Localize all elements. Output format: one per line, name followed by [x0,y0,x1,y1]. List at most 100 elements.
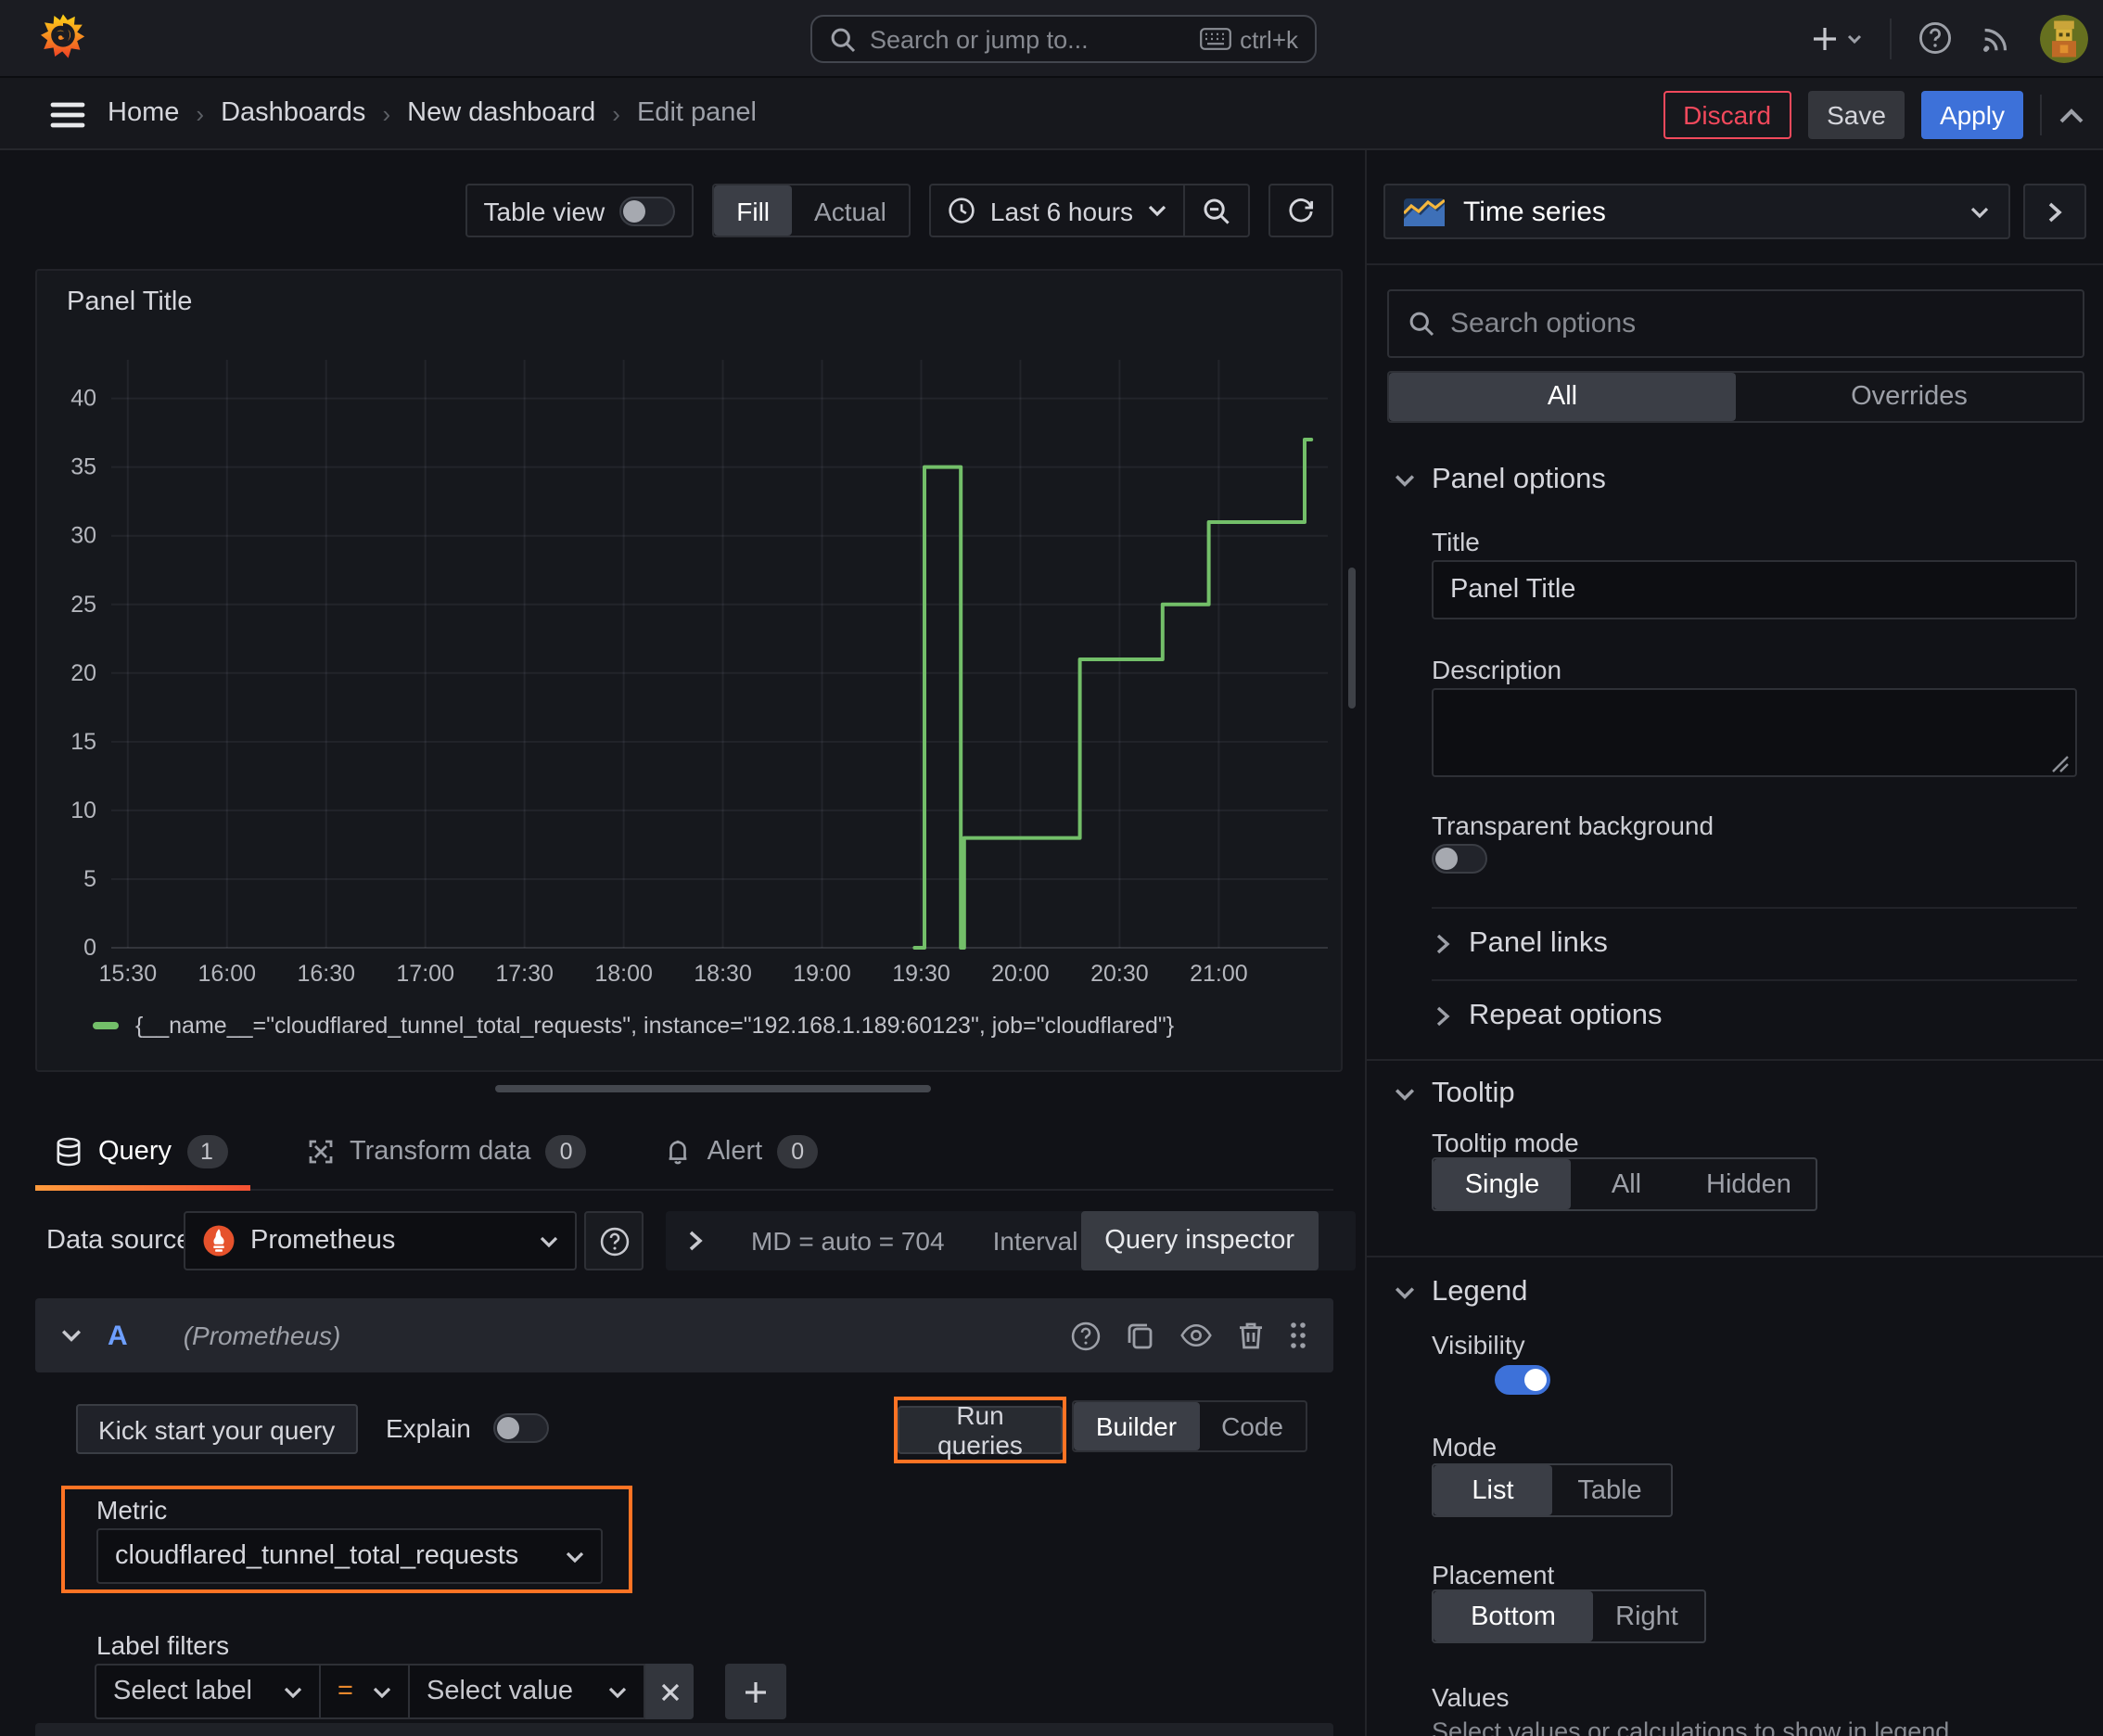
viz-picker[interactable]: Time series [1383,184,2010,239]
refresh-button[interactable] [1268,184,1333,237]
remove-filter-button[interactable] [645,1664,694,1719]
mega-menu-icon[interactable] [50,102,85,128]
apply-button[interactable]: Apply [1920,91,2023,139]
duplicate-query-icon[interactable] [1126,1321,1155,1350]
discard-button[interactable]: Discard [1663,91,1792,139]
zoom-out-button[interactable] [1185,185,1248,236]
tab-alert[interactable]: Alert 0 [643,1113,841,1189]
help-icon[interactable] [1918,20,1953,56]
series-legend[interactable]: {__name__="cloudflared_tunnel_total_requ… [93,1013,1174,1039]
legend-section-header[interactable]: Legend [1395,1276,1527,1309]
tooltip-mode-label: Tooltip mode [1432,1128,1579,1157]
time-series-chart[interactable]: 0 5 10 15 20 25 30 35 40 15:30 16:00 16:30 17:00 17:3… [45,345,1343,998]
mode-list-option[interactable]: List [1434,1465,1552,1515]
repeat-options-section-header[interactable]: Repeat options [1435,1000,1663,1033]
svg-text:19:30: 19:30 [892,961,950,987]
table-view-label: Table view [483,196,605,225]
table-view-toggle[interactable] [619,196,676,225]
label-filters-label: Label filters [96,1630,230,1660]
mode-table-option[interactable]: Table [1552,1465,1667,1515]
series-label: {__name__="cloudflared_tunnel_total_requ… [135,1013,1175,1039]
horizontal-scrollbar[interactable] [495,1085,931,1092]
select-value-dropdown[interactable]: Select value [410,1664,645,1719]
tab-all[interactable]: All [1389,373,1736,421]
panel-view-toolbar: Table view Fill Actual Last 6 hours [35,184,1333,237]
vertical-scrollbar[interactable] [1348,568,1356,708]
breadcrumb-new-dashboard[interactable]: New dashboard [407,98,595,128]
breadcrumb-dashboards[interactable]: Dashboards [221,98,365,128]
code-option[interactable]: Code [1199,1411,1306,1441]
query-row-header[interactable]: A (Prometheus) [35,1298,1333,1372]
placement-bottom-option[interactable]: Bottom [1434,1591,1593,1641]
operator-dropdown[interactable]: = [321,1664,410,1719]
svg-text:18:30: 18:30 [694,961,752,987]
placement-right-option[interactable]: Right [1593,1591,1701,1641]
transparent-background-toggle[interactable] [1432,844,1487,874]
svg-text:20: 20 [70,660,96,686]
time-range-picker[interactable]: Last 6 hours [931,185,1183,236]
viz-name: Time series [1463,196,1606,227]
tab-overrides[interactable]: Overrides [1736,373,2083,421]
query-ref-label: A [108,1320,128,1351]
builder-option[interactable]: Builder [1073,1402,1200,1450]
svg-text:35: 35 [70,454,96,480]
user-avatar[interactable] [2040,14,2088,62]
hide-query-eye-icon[interactable] [1179,1322,1213,1348]
save-button[interactable]: Save [1808,91,1905,139]
panel-title-input[interactable] [1432,560,2077,619]
time-series-viz-icon [1404,198,1445,225]
new-dashboard-button[interactable] [1810,23,1864,53]
legend-visibility-toggle[interactable] [1495,1365,1551,1395]
legend-placement-switch: Bottom Right [1432,1589,1706,1643]
search-placeholder: Search or jump to... [870,25,1089,53]
chevron-down-icon [1395,1287,1415,1299]
options-search-input[interactable]: Search options [1387,289,2084,358]
breadcrumb-home[interactable]: Home [108,98,179,128]
tab-query[interactable]: Query 1 [35,1113,249,1191]
select-label-dropdown[interactable]: Select label [95,1664,321,1719]
chevron-right-icon [1436,1006,1450,1027]
svg-text:20:30: 20:30 [1090,961,1149,987]
chevron-down-icon [1970,206,1989,218]
plus-icon [746,1681,766,1702]
time-range-group: Last 6 hours [928,184,1250,237]
news-rss-icon[interactable] [1979,20,2014,56]
tooltip-single-option[interactable]: Single [1434,1159,1571,1209]
toggle-viz-list-button[interactable] [2023,184,2086,239]
explain-toggle[interactable] [492,1413,549,1443]
fill-actual-switch: Fill Actual [712,184,911,237]
description-textarea[interactable] [1432,688,2077,777]
metric-select[interactable]: cloudflared_tunnel_total_requests [96,1528,603,1584]
svg-text:15:30: 15:30 [99,961,158,987]
panel-links-section-header[interactable]: Panel links [1435,927,1608,961]
fill-option[interactable]: Fill [714,185,793,236]
delete-query-trash-icon[interactable] [1237,1321,1265,1350]
panel-options-section-header[interactable]: Panel options [1395,464,1606,497]
tooltip-hidden-option[interactable]: Hidden [1682,1159,1816,1209]
breadcrumb-edit-panel: Edit panel [636,98,757,128]
actual-option[interactable]: Actual [792,185,909,236]
tab-transform-data[interactable]: Transform data 0 [283,1113,609,1189]
chevron-right-icon [1436,934,1450,954]
query-inspector-button[interactable]: Query inspector [1080,1211,1319,1270]
datasource-picker[interactable]: Prometheus [184,1211,577,1270]
add-filter-button[interactable] [725,1664,786,1719]
grafana-logo-icon[interactable] [41,13,85,63]
svg-text:19:00: 19:00 [793,961,851,987]
collapse-options-chevron-up-icon[interactable] [2058,107,2084,123]
query-datasource-hint: (Prometheus) [183,1321,341,1350]
global-search-input[interactable]: Search or jump to... ctrl+k [810,15,1317,63]
drag-handle-icon[interactable] [1289,1321,1307,1350]
transform-icon [305,1136,335,1166]
kick-start-query-button[interactable]: Kick start your query [76,1404,358,1454]
query-help-icon[interactable] [1070,1320,1102,1351]
tooltip-all-option[interactable]: All [1571,1159,1682,1209]
table-view-group: Table view [465,184,695,237]
label-filters-row: Select label = Select value [95,1664,786,1719]
tooltip-mode-switch: Single All Hidden [1432,1157,1817,1211]
run-queries-button[interactable]: Run queries [898,1400,1063,1460]
svg-text:0: 0 [83,935,96,961]
keyboard-icon [1199,28,1231,50]
tooltip-section-header[interactable]: Tooltip [1395,1078,1515,1111]
datasource-help-icon[interactable] [584,1211,644,1270]
